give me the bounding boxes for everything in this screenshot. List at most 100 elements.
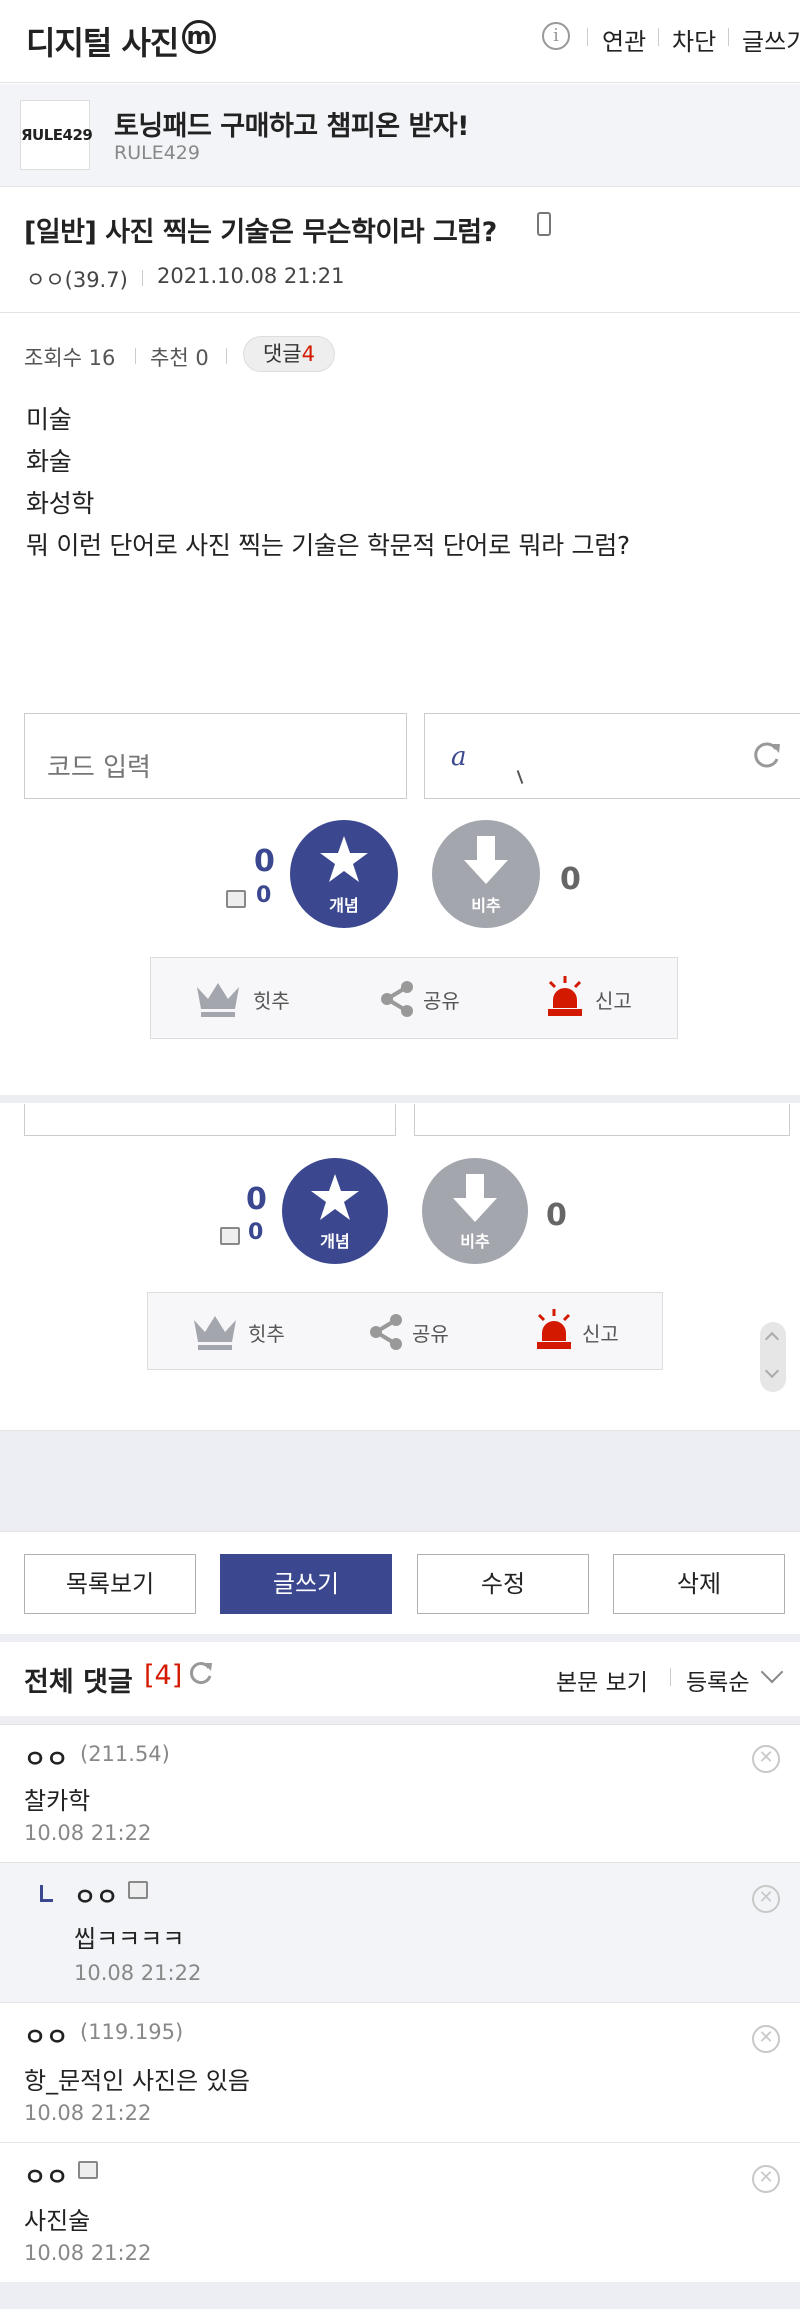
share-label[interactable]: 공유 [412,1318,449,1347]
refresh-icon[interactable] [188,1660,214,1686]
body-line: 화성학 [26,489,95,518]
fixed-nick-icon [220,1227,240,1245]
comment-item: ㅇㅇ (211.54) 찰카학 10.08 21:22 ✕ [0,1724,800,1862]
captcha-image-ghost [414,1104,790,1136]
comment-date: 10.08 21:22 [24,2101,152,2125]
comment-author[interactable]: ㅇㅇ [24,2017,68,2052]
edit-button[interactable]: 수정 [417,1554,589,1614]
chevron-up-icon [764,1331,780,1347]
body-line: 화술 [26,447,72,476]
share-icon [370,1314,402,1350]
delete-button[interactable]: 삭제 [613,1554,785,1614]
captcha-text: a [451,742,467,772]
siren-icon [537,1309,571,1349]
comment-date: 10.08 21:22 [24,2241,152,2265]
downvote-count: 0 [546,1198,567,1233]
divider [658,28,659,46]
ad-logo: ЯULE429 [20,100,93,170]
captcha-refresh-icon[interactable] [752,740,782,770]
upvote-count: 0 [246,1182,267,1217]
view-body-link[interactable]: 본문 보기 [556,1663,648,1697]
post-author[interactable]: ㅇㅇ(39.7) [26,264,128,294]
comment-count-badge[interactable]: 댓글4 [243,336,335,372]
upvote-button[interactable]: 개념 [282,1158,388,1264]
chevron-down-icon [764,1363,780,1379]
delete-comment-icon[interactable]: ✕ [752,2165,780,2193]
comment-ip: (119.195) [80,2020,184,2044]
hit-label[interactable]: 힛추 [248,1318,285,1347]
block-link[interactable]: 차단 [672,22,716,57]
comment-text: 씹ㅋㅋㅋㅋ [74,1925,185,1953]
reply-item: ㅇㅇ 씹ㅋㅋㅋㅋ 10.08 21:22 ✕ [0,1862,800,2002]
crown-icon [194,1316,236,1350]
star-icon [320,836,368,882]
post-actions: 힛추 공유 신고 [150,957,678,1039]
downvote-button[interactable]: 비추 [422,1158,528,1264]
divider [226,348,227,364]
scroll-handle[interactable] [760,1322,786,1392]
divider [0,1531,800,1532]
comments-title: 전체 댓글 [24,1667,133,1698]
captcha-code-input[interactable] [24,713,407,799]
recommend-count: 추천 0 [150,346,209,370]
mobile-icon [537,212,551,236]
downvote-count: 0 [560,862,581,897]
write-link[interactable]: 글쓰기 [742,22,800,57]
view-count: 조회수 16 [24,346,116,370]
fixed-nick-icon [226,890,246,908]
chevron-down-icon[interactable] [760,1660,784,1684]
divider [587,28,588,46]
comment-text: 찰카학 [24,1787,91,1815]
comment-author[interactable]: ㅇㅇ [74,1877,118,1912]
comment-author[interactable]: ㅇㅇ [24,2157,68,2192]
delete-comment-icon[interactable]: ✕ [752,2025,780,2053]
reply-arrow-icon [40,1885,53,1902]
comment-date: 10.08 21:22 [24,1821,152,1845]
downvote-label: 비추 [471,896,501,915]
bottom-band [0,2282,800,2309]
section-divider [0,1634,800,1642]
upvote-label: 개념 [320,1232,350,1251]
comment-text: 사진술 [24,2207,91,2235]
post-actions: 힛추 공유 신고 [147,1292,663,1370]
share-label[interactable]: 공유 [423,985,460,1014]
captcha-input-ghost [24,1104,396,1136]
divider [142,270,143,286]
hit-label[interactable]: 힛추 [253,985,290,1014]
report-label[interactable]: 신고 [582,1318,619,1347]
comment-ip: (211.54) [80,1742,170,1766]
siren-icon [548,976,582,1016]
downvote-button[interactable]: 비추 [432,820,540,928]
upvote-button[interactable]: 개념 [290,820,398,928]
comment-author[interactable]: ㅇㅇ [24,1739,68,1774]
body-line: 뭐 이런 단어로 사진 찍는 기술은 학문적 단어로 뭐라 그럼? [26,531,630,560]
gallery-title[interactable]: 디지털 사진 [26,18,179,64]
sort-select[interactable]: 등록순 [686,1663,749,1697]
arrow-down-icon [453,1174,497,1222]
divider [0,312,800,313]
post-title: [일반] 사진 찍는 기술은 무슨학이라 그럼? [24,217,497,248]
comment-count: 4 [301,342,315,366]
divider [135,348,136,364]
ad-banner[interactable]: ЯULE429 토닝패드 구매하고 챔피온 받자! RULE429 [0,84,800,187]
fixed-nick-icon [78,2161,98,2179]
divider [670,1668,671,1686]
captcha-image: a [424,713,800,799]
comments-count: [4] [144,1660,183,1691]
arrow-down-icon [464,836,508,884]
ad-title[interactable]: 토닝패드 구매하고 챔피온 받자! [114,104,469,143]
divider [728,28,729,46]
related-link[interactable]: 연관 [602,22,646,57]
minor-gallery-badge-icon: m [182,20,216,54]
list-button[interactable]: 목록보기 [24,1554,196,1614]
report-label[interactable]: 신고 [595,985,632,1014]
write-button[interactable]: 글쓰기 [220,1554,392,1614]
info-icon[interactable]: i [542,22,570,50]
comment-item: ㅇㅇ 사진술 10.08 21:22 ✕ [0,2142,800,2282]
comment-item: ㅇㅇ (119.195) 항_문적인 사진은 있음 10.08 21:22 ✕ [0,2002,800,2142]
fixed-upvote-count: 0 [248,1220,264,1245]
delete-comment-icon[interactable]: ✕ [752,1745,780,1773]
delete-comment-icon[interactable]: ✕ [752,1885,780,1913]
upvote-count: 0 [254,844,275,879]
star-icon [311,1174,359,1220]
